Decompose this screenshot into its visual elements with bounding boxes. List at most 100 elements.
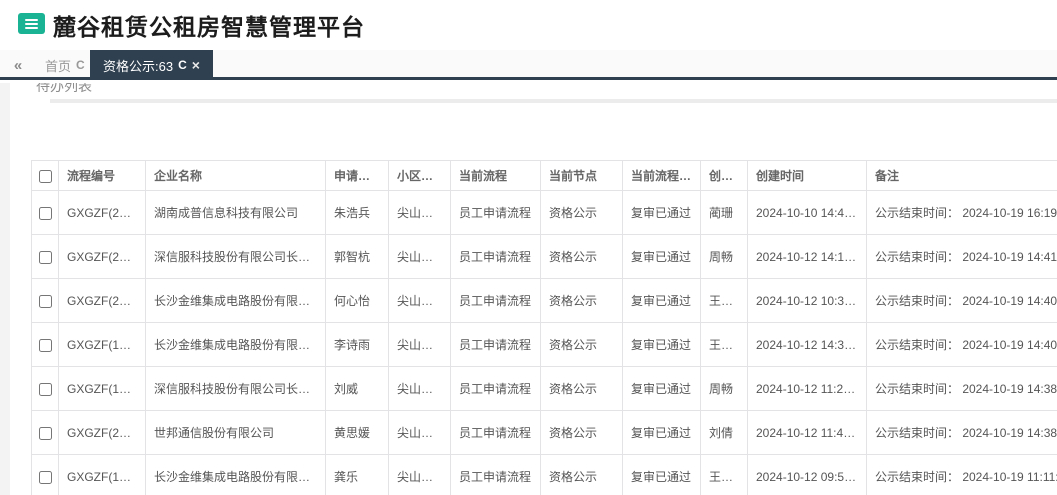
table-row: GXGZF(18097) 长沙金维集成电路股份有限公司 龚乐 尖山印象 员工申请流程 资格… <box>31 454 1057 495</box>
tab-qualification-announcement[interactable]: 资格公示:63 C × <box>90 50 213 80</box>
cell-status: 复审已通过 <box>622 278 701 323</box>
select-all-cell <box>31 160 59 191</box>
column-header: 当前流程状态 <box>622 160 701 191</box>
cell-node: 资格公示 <box>540 454 623 495</box>
select-all-checkbox[interactable] <box>38 169 52 183</box>
cell-company: 长沙金维集成电路股份有限公司 <box>145 322 326 367</box>
refresh-icon[interactable]: C <box>76 59 85 71</box>
cell-company: 长沙金维集成电路股份有限公司 <box>145 278 326 323</box>
cell-id: GXGZF(24363) <box>58 410 146 455</box>
row-checkbox[interactable] <box>38 250 52 264</box>
column-header: 申请姓名 <box>325 160 389 191</box>
cell-creator: 周畅 <box>700 366 748 411</box>
cell-applicant: 黄思媛 <box>325 410 389 455</box>
cell-process: 员工申请流程 <box>450 366 541 411</box>
cell-node: 资格公示 <box>540 190 623 235</box>
cell-community: 尖山印象 <box>388 454 451 495</box>
row-checkbox-cell <box>31 234 59 279</box>
cell-applicant: 朱浩兵 <box>325 190 389 235</box>
cell-created: 2024-10-12 11:28:55 <box>747 366 867 411</box>
table-row: GXGZF(19539)深信服科技股份有限公司长沙分公司刘威尖山印象员工申请流程… <box>31 366 1057 411</box>
column-header: 创建人 <box>700 160 748 191</box>
cell-status: 复审已通过 <box>622 234 701 279</box>
cell-community: 尖山印象 <box>388 410 451 455</box>
cell-creator: 王巧琴 <box>700 278 748 323</box>
cell-creator: 蔺珊 <box>700 190 748 235</box>
cell-community: 尖山印象 <box>388 366 451 411</box>
cell-remark: 公示结束时间： 2024-10-19 14:38:39 <box>866 410 1057 455</box>
cell-node: 资格公示 <box>540 278 623 323</box>
cell-community: 尖山印象 <box>388 190 451 235</box>
tab-home-label: 首页 <box>45 58 72 74</box>
cell-creator: 周畅 <box>700 234 748 279</box>
cell-applicant: 李诗雨 <box>325 322 389 367</box>
row-checkbox-cell <box>31 190 59 235</box>
row-checkbox-cell <box>31 366 59 411</box>
cell-id: GXGZF(26908) <box>58 234 146 279</box>
cell-id: GXGZF(13900) <box>58 322 146 367</box>
cell-process: 员工申请流程 <box>450 410 541 455</box>
cell-company: 深信服科技股份有限公司长沙分公司 <box>145 234 326 279</box>
panel-divider <box>50 99 1057 103</box>
cell-remark: 公示结束时间： 2024-10-19 14:40:56 <box>866 278 1057 323</box>
cell-creator: 王巧琴 <box>700 454 748 495</box>
cell-company: 湖南成普信息科技有限公司 <box>145 190 326 235</box>
cell-community: 尖山印象 <box>388 234 451 279</box>
cell-remark: 公示结束时间： 2024-10-19 14:41:17 <box>866 234 1057 279</box>
cell-status: 复审已通过 <box>622 454 701 495</box>
cell-node: 资格公示 <box>540 322 623 367</box>
cell-created: 2024-10-12 14:17:35 <box>747 234 867 279</box>
tab-bar: « 首页 C 资格公示:63 C × <box>0 50 1057 80</box>
cell-status: 复审已通过 <box>622 190 701 235</box>
column-header: 当前节点 <box>540 160 623 191</box>
cell-applicant: 郭智杭 <box>325 234 389 279</box>
cell-id: GXGZF(27249) <box>58 190 146 235</box>
row-checkbox-cell <box>31 454 59 495</box>
table-row: GXGZF(27249) 湖南成普信息科技有限公司 朱浩兵 尖山印象 员工申请流程 资格公… <box>31 190 1057 235</box>
cell-node: 资格公示 <box>540 366 623 411</box>
tab-qualification-label: 资格公示:63 <box>103 58 174 74</box>
page-label: 待办列表 <box>36 83 92 94</box>
row-checkbox[interactable] <box>38 426 52 440</box>
cell-node: 资格公示 <box>540 410 623 455</box>
cell-created: 2024-10-12 09:52:05 <box>747 454 867 495</box>
table-row: GXGZF(13900) 长沙金维集成电路股份有限公司 李诗雨 尖山印象 员工申请流程资… <box>31 322 1057 367</box>
column-header: 小区名称 <box>388 160 451 191</box>
column-header: 企业名称 <box>145 160 326 191</box>
row-checkbox[interactable] <box>38 206 52 220</box>
row-checkbox[interactable] <box>38 338 52 352</box>
tab-home[interactable]: 首页 C <box>32 50 98 80</box>
todo-table-container: 流程编号 企业名称 申请姓名 小区名称 当前流程 当前节点 当前流程状态 创建人 创建时间 备注 … <box>31 160 1057 495</box>
cell-remark: 公示结束时间： 2024-10-19 16:19:58 <box>866 190 1057 235</box>
column-header: 创建时间 <box>747 160 867 191</box>
refresh-icon[interactable]: C <box>178 59 187 71</box>
cell-applicant: 何心怡 <box>325 278 389 323</box>
left-gutter <box>0 83 10 495</box>
cell-status: 复审已通过 <box>622 322 701 367</box>
table-row: GXGZF(24363) 世邦通信股份有限公司 黄思媛 尖山印象 员工申请流程 资格公示复… <box>31 410 1057 455</box>
row-checkbox[interactable] <box>38 382 52 396</box>
table-row: GXGZF(26908)深信服科技股份有限公司长沙分公司郭智杭尖山印象员工申请流… <box>31 234 1057 279</box>
cell-company: 长沙金维集成电路股份有限公司 <box>145 454 326 495</box>
column-header: 流程编号 <box>58 160 146 191</box>
cell-process: 员工申请流程 <box>450 278 541 323</box>
cell-status: 复审已通过 <box>622 366 701 411</box>
close-icon[interactable]: × <box>192 58 200 72</box>
column-header: 备注 <box>866 160 1057 191</box>
row-checkbox[interactable] <box>38 294 52 308</box>
row-checkbox[interactable] <box>38 470 52 484</box>
cell-node: 资格公示 <box>540 234 623 279</box>
row-checkbox-cell <box>31 278 59 323</box>
cell-company: 世邦通信股份有限公司 <box>145 410 326 455</box>
row-checkbox-cell <box>31 322 59 367</box>
cell-creator: 刘倩 <box>700 410 748 455</box>
cell-community: 尖山印象 <box>388 322 451 367</box>
column-header: 当前流程 <box>450 160 541 191</box>
cell-remark: 公示结束时间： 2024-10-19 11:11:11 <box>866 454 1057 495</box>
menu-button[interactable] <box>18 13 45 34</box>
collapse-tabs-button[interactable]: « <box>6 50 30 80</box>
table-row: GXGZF(23023) 长沙金维集成电路股份有限公司 何心怡 尖山印象 员工申请流程资… <box>31 278 1057 323</box>
app-title: 麓谷租赁公租房智慧管理平台 <box>53 14 365 40</box>
cell-community: 尖山印象 <box>388 278 451 323</box>
cell-remark: 公示结束时间： 2024-10-19 14:40:44 <box>866 322 1057 367</box>
